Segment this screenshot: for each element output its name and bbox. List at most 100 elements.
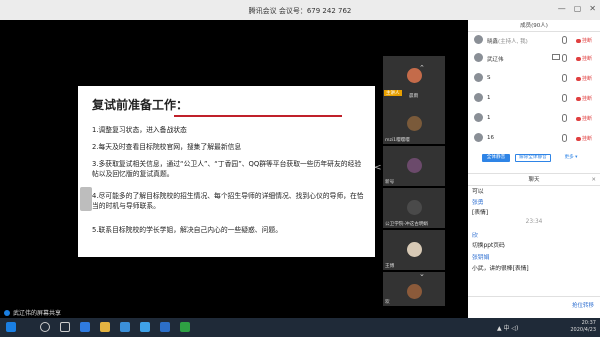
window-controls: — ▢ ✕ <box>558 4 596 13</box>
side-panel: 成员(90人) 晓鑫(主持人, 我) 挂断 武辽伟 挂断 S 挂断 1 挂断 1… <box>468 20 600 318</box>
unmute-all-button[interactable]: 解除全体静音 <box>515 154 551 162</box>
clock[interactable]: 20:37 2020/4/23 <box>570 320 596 334</box>
slide-item: 1.调整复习状态，进入备战状态 <box>92 126 187 134</box>
chat-message: [表情] <box>472 210 489 216</box>
mute-all-button[interactable]: 全体静音 <box>482 154 510 162</box>
video-label: 新号 <box>385 180 395 185</box>
participant-face <box>407 284 422 299</box>
hangup-button[interactable]: 挂断 <box>576 135 592 142</box>
store-icon[interactable] <box>120 322 130 332</box>
avatar <box>474 73 483 82</box>
participant-face <box>407 158 422 173</box>
slide-item: 2.每天及时查看目标院校官网，搜集了解最新信息 <box>92 143 242 151</box>
app-window: 腾讯会议 会议号：679 242 762 — ▢ ✕ 复试前准备工作： 1.调整… <box>0 0 600 337</box>
mic-icon[interactable] <box>562 114 567 122</box>
screen-share-label: 武辽伟的屏幕共享 <box>4 308 61 317</box>
chat-messages: 可以 张勇 [表情] 23:34 欣 切换ppt页码 张钥娟 小武，讲的很棒[表… <box>468 186 600 296</box>
hangup-button[interactable]: 挂断 <box>576 75 592 82</box>
member-name: S <box>487 75 491 81</box>
member-name: 1 <box>487 95 491 101</box>
avatar <box>474 35 483 44</box>
member-row[interactable]: S 挂断 <box>468 70 600 86</box>
video-label: mzi1嘤嘤嘤 <box>385 138 410 143</box>
chat-input[interactable]: 抢位转移 <box>468 296 600 318</box>
member-row[interactable]: 晓鑫(主持人, 我) 挂断 <box>468 32 600 48</box>
screen-share-icon <box>552 54 560 60</box>
member-row[interactable]: 武辽伟 挂断 <box>468 50 600 66</box>
speaker-tag: 主讲人 <box>384 90 402 96</box>
video-tile[interactable]: 新号 <box>383 146 445 186</box>
video-label: 公卫学院-冲这古明娟 <box>385 222 429 227</box>
share-label-text: 武辽伟的屏幕共享 <box>13 310 62 317</box>
hangup-button[interactable]: 挂断 <box>576 55 592 62</box>
member-name: 武辽伟 <box>487 57 504 63</box>
member-row[interactable]: 16 挂断 <box>468 130 600 146</box>
clock-date: 2020/4/23 <box>570 327 596 333</box>
slide-item: 3.多获取复试相关信息，通过“公卫人”、“丁香园”、QQ群等平台获取一些历年研友… <box>92 160 362 178</box>
chat-message: 切换ppt页码 <box>472 243 505 249</box>
hangup-button[interactable]: 挂断 <box>576 95 592 102</box>
chat-message: 可以 <box>472 189 484 195</box>
member-row[interactable]: 1 挂断 <box>468 110 600 126</box>
mic-icon[interactable] <box>562 36 567 44</box>
presentation-slide: 复试前准备工作： 1.调整复习状态，进入备战状态 2.每天及时查看目标院校官网，… <box>78 86 375 257</box>
video-tile[interactable]: mzi1嘤嘤嘤 <box>383 104 445 144</box>
member-name: 16 <box>487 135 494 141</box>
chat-title: 聊天 <box>528 177 540 183</box>
avatar <box>474 93 483 102</box>
slide-side-handle[interactable] <box>80 187 92 211</box>
member-row[interactable]: 1 挂断 <box>468 90 600 106</box>
chat-header: 聊天 ✕ <box>468 173 600 186</box>
prev-page-arrow-icon[interactable]: < <box>374 163 382 173</box>
avatar <box>474 113 483 122</box>
member-name: 1 <box>487 115 491 121</box>
chat-message: 小武，讲的很棒[表情] <box>472 266 529 272</box>
clock-time: 20:37 <box>581 320 596 326</box>
chat-sender: 张勇 <box>472 200 484 206</box>
mic-icon[interactable] <box>562 54 567 62</box>
more-button[interactable]: 更多 ▾ <box>560 154 582 162</box>
video-tile[interactable]: 王博 <box>383 230 445 270</box>
task-view-icon[interactable] <box>60 322 70 332</box>
video-label: 王博 <box>385 264 395 269</box>
search-icon[interactable] <box>40 322 50 332</box>
system-tray[interactable]: ▲ 中 ◁) <box>497 323 518 332</box>
mic-icon[interactable] <box>562 94 567 102</box>
send-button[interactable]: 抢位转移 <box>572 301 594 309</box>
maximize-button[interactable]: ▢ <box>574 4 582 13</box>
participant-face <box>407 116 422 131</box>
member-host-tag: (主持人, 我) <box>498 39 528 45</box>
share-status-icon <box>4 309 10 316</box>
video-scroll-up-icon[interactable]: ⌃ <box>419 64 425 72</box>
member-actions: 全体静音 解除全体静音 更多 ▾ <box>468 151 600 165</box>
video-scroll-down-icon[interactable]: ⌄ <box>419 270 425 278</box>
slide-title-underline <box>174 115 342 117</box>
close-icon[interactable]: ✕ <box>591 174 596 186</box>
slide-item: 4.尽可能多的了解目标院校的招生情况、每个招生导师的详细情况、找到心仪的导师，在… <box>92 192 364 210</box>
hangup-button[interactable]: 挂断 <box>576 115 592 122</box>
start-icon[interactable] <box>6 322 16 332</box>
video-tile[interactable]: 欢 <box>383 272 445 306</box>
close-button[interactable]: ✕ <box>589 4 596 13</box>
chat-sender: 欣 <box>472 233 478 239</box>
avatar <box>474 133 483 142</box>
taskbar: ▲ 中 ◁) 20:37 2020/4/23 <box>0 318 600 337</box>
folder-icon[interactable] <box>100 322 110 332</box>
member-name-text: 晓鑫 <box>487 39 499 45</box>
mic-icon[interactable] <box>562 134 567 142</box>
mic-icon[interactable] <box>562 74 567 82</box>
members-title: 成员(90人) <box>468 20 600 32</box>
slide-title: 复试前准备工作： <box>92 98 189 112</box>
app-icon[interactable] <box>160 322 170 332</box>
slide-item: 5.联系目标院校的学长学姐，解决自己内心的一些疑惑、问题。 <box>92 226 282 234</box>
video-label: 晨雨 <box>409 94 419 99</box>
edge-icon[interactable] <box>80 322 90 332</box>
wechat-icon[interactable] <box>180 322 190 332</box>
hangup-button[interactable]: 挂断 <box>576 37 592 44</box>
participant-face <box>407 200 422 215</box>
window-title: 腾讯会议 会议号：679 242 762 <box>248 7 352 15</box>
title-bar: 腾讯会议 会议号：679 242 762 — ▢ ✕ <box>0 0 600 20</box>
meeting-app-icon[interactable] <box>140 322 150 332</box>
video-tile[interactable]: 公卫学院-冲这古明娟 <box>383 188 445 228</box>
minimize-button[interactable]: — <box>558 4 566 13</box>
